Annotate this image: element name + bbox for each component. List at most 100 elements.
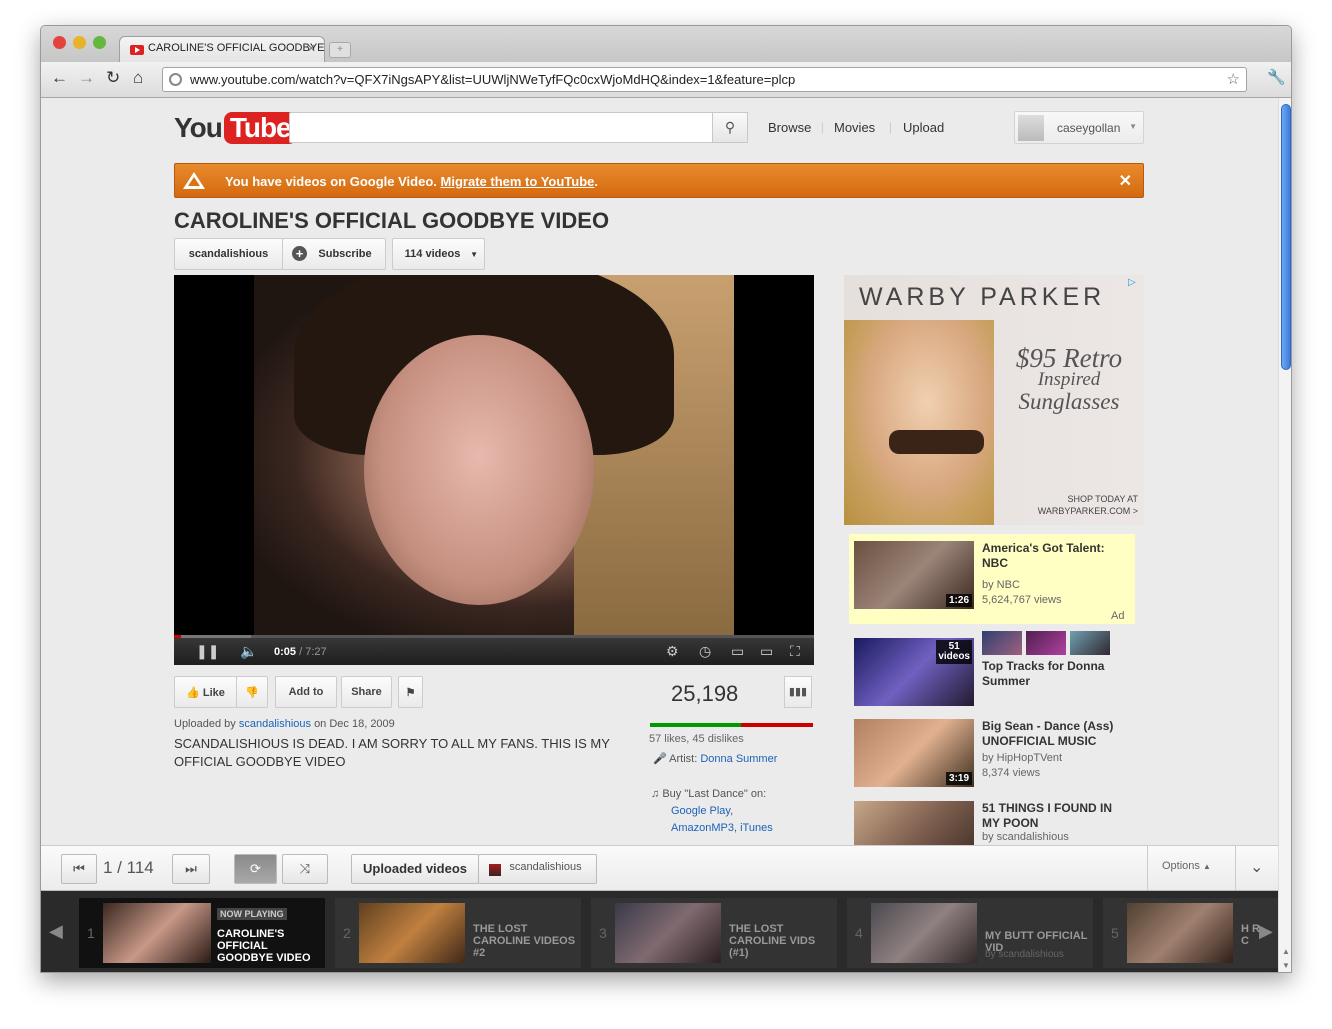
playlist-owner[interactable]: scandalishious	[478, 854, 597, 884]
watch-later-icon[interactable]: ◷	[699, 643, 711, 660]
related-channel: by scandalishious	[982, 831, 1069, 843]
gear-icon[interactable]: ⚙	[666, 643, 679, 660]
current-time: 0:05	[274, 646, 297, 658]
owner-avatar	[489, 864, 501, 876]
nav-upload[interactable]: Upload	[903, 120, 944, 135]
zoom-window-button[interactable]	[93, 36, 106, 49]
bookmark-star-icon[interactable]: ☆	[1227, 70, 1240, 88]
youtube-logo[interactable]: You Tube	[174, 112, 297, 144]
playlist-item[interactable]: 5 H R C	[1103, 898, 1278, 968]
subscribe-button[interactable]: + Subscribe	[282, 238, 386, 270]
search-input[interactable]	[289, 112, 713, 143]
close-tab-icon[interactable]: ✕	[307, 42, 316, 55]
wrench-icon[interactable]: 🔧	[1267, 68, 1286, 86]
playlist-name[interactable]: Uploaded videos	[351, 854, 479, 884]
home-icon[interactable]: ⌂	[133, 68, 143, 88]
like-ratio-bar	[650, 723, 813, 727]
vertical-scrollbar[interactable]: ▲ ▼	[1278, 98, 1291, 972]
progress-bar[interactable]	[174, 635, 814, 638]
add-to-button[interactable]: Add to	[275, 676, 337, 708]
scroll-up-arrow-icon[interactable]: ▲	[1282, 947, 1290, 956]
related-video[interactable]: 1:26 America's Got Talent: NBC by NBC 5,…	[849, 534, 1135, 624]
scroll-left-icon[interactable]: ◀	[49, 921, 63, 942]
played-bar	[174, 635, 182, 638]
display-ad[interactable]: ▷ WARBY PARKER $95 Retro Inspired Sungla…	[844, 275, 1144, 525]
search-button[interactable]: ⚲	[712, 112, 748, 143]
now-playing-badge: NOW PLAYING	[217, 908, 287, 920]
minimize-window-button[interactable]	[73, 36, 86, 49]
dislike-button[interactable]: 👎	[236, 676, 268, 708]
ad-brand: WARBY PARKER	[859, 283, 1106, 311]
stats-button[interactable]: ▮▮▮	[784, 676, 812, 708]
nav-movies[interactable]: Movies	[834, 120, 875, 135]
nav-separator: |	[889, 120, 893, 134]
item-title: H R C	[1241, 923, 1260, 947]
flag-button[interactable]: ⚑	[398, 676, 423, 708]
reload-icon[interactable]: ↻	[106, 68, 120, 88]
address-bar[interactable]: www.youtube.com/watch?v=QFX7iNgsAPY&list…	[162, 67, 1247, 92]
repeat-icon: ⟳	[250, 861, 261, 876]
volume-icon[interactable]: 🔈	[240, 643, 257, 660]
duration-badge: 1:26	[945, 594, 972, 607]
repeat-toggle[interactable]: ⟳	[234, 854, 277, 884]
playlist-item[interactable]: 2 THE LOST CAROLINE VIDEOS #2	[335, 898, 581, 968]
related-playlist[interactable]: 51 videos Top Tracks for Donna Summer	[849, 631, 1135, 721]
tab-title: CAROLINE'S OFFICIAL GOODBYE VIDEO	[148, 42, 325, 54]
new-tab-button[interactable]: +	[329, 42, 351, 58]
migrate-link[interactable]: Migrate them to YouTube	[441, 174, 595, 189]
time-display: 0:05 / 7:27	[274, 646, 327, 658]
artist-link[interactable]: Donna Summer	[700, 753, 777, 765]
related-video[interactable]: 3:19 Big Sean - Dance (Ass) UNOFFICIAL M…	[849, 712, 1135, 802]
fullscreen-icon[interactable]: ⛶	[790, 643, 800, 660]
scroll-down-arrow-icon[interactable]: ▼	[1282, 961, 1290, 970]
scrollbar-thumb[interactable]	[1281, 104, 1291, 370]
videos-dropdown[interactable]: 114 videos ▼	[392, 238, 485, 270]
forward-arrow-icon[interactable]: →	[78, 68, 95, 88]
flag-icon: ⚑	[405, 687, 416, 699]
item-thumbnail	[1127, 903, 1233, 963]
options-menu[interactable]: Options ▲	[1147, 846, 1235, 890]
related-title: 51 THINGS I FOUND IN MY POON	[982, 801, 1113, 830]
item-number: 3	[599, 925, 607, 941]
warning-icon	[183, 172, 205, 189]
close-icon[interactable]: ✕	[1119, 171, 1132, 191]
share-button[interactable]: Share	[341, 676, 392, 708]
like-button[interactable]: 👍 Like	[174, 676, 237, 708]
skip-next-icon: ⏭	[185, 861, 197, 876]
amazonmp3-link[interactable]: AmazonMP3	[671, 822, 734, 834]
likes-text: 57 likes, 45 dislikes	[649, 733, 744, 745]
chevron-up-icon: ▲	[1202, 862, 1211, 871]
ad-price: $95 Retro	[1015, 343, 1123, 373]
uploader-link[interactable]: scandalishious	[239, 718, 311, 730]
next-button[interactable]: ⏭	[172, 854, 210, 884]
small-player-icon[interactable]: ▭	[731, 643, 744, 660]
item-number: 1	[87, 925, 95, 941]
collapse-playlist-icon[interactable]: ⌄	[1235, 846, 1278, 890]
scroll-right-icon[interactable]: ▶	[1259, 921, 1273, 942]
item-title: CAROLINE'S OFFICIAL GOODBYE VIDEO	[217, 928, 311, 964]
video-player[interactable]: ❚❚ 🔈 0:05 / 7:27 ⚙ ◷ ▭ ▭ ⛶	[174, 275, 814, 665]
banner-message: You have videos on Google Video. Migrate…	[225, 174, 598, 189]
pause-icon[interactable]: ❚❚	[196, 643, 219, 660]
close-window-button[interactable]	[53, 36, 66, 49]
item-thumbnail	[103, 903, 211, 963]
itunes-link[interactable]: iTunes	[740, 822, 773, 834]
large-player-icon[interactable]: ▭	[760, 643, 773, 660]
video-count: 114 videos	[404, 248, 461, 260]
banner-suffix: .	[594, 174, 598, 189]
playlist-item[interactable]: 4 MY BUTT OFFICIAL VID by scandalishious	[847, 898, 1093, 968]
playlist-item[interactable]: 3 THE LOST CAROLINE VIDS (#1)	[591, 898, 837, 968]
previous-button[interactable]: ⏮	[61, 854, 97, 884]
nav-browse[interactable]: Browse	[768, 120, 811, 135]
back-arrow-icon[interactable]: ←	[51, 68, 68, 88]
item-channel: by scandalishious	[985, 949, 1064, 960]
google-play-link[interactable]: Google Play	[671, 805, 730, 817]
account-menu[interactable]: caseygollan ▼	[1014, 111, 1144, 144]
shuffle-icon: ⤨	[299, 861, 311, 876]
playlist-item[interactable]: 1 NOW PLAYING CAROLINE'S OFFICIAL GOODBY…	[79, 898, 325, 968]
related-title: Big Sean - Dance (Ass) UNOFFICIAL MUSIC	[982, 719, 1114, 748]
browser-tab[interactable]: CAROLINE'S OFFICIAL GOODBYE VIDEO ✕	[119, 36, 325, 62]
ad-info-icon[interactable]: ▷	[1128, 277, 1142, 289]
shuffle-toggle[interactable]: ⤨	[282, 854, 328, 884]
channel-button[interactable]: scandalishious	[174, 238, 283, 270]
